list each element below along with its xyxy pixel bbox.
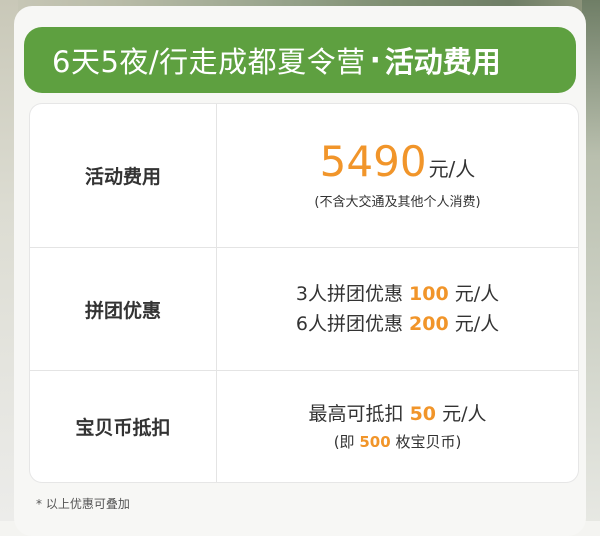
table-row-coin-deduction: 宝贝币抵扣 最高可抵扣 50 元/人 (即 500 枚宝贝币) <box>30 370 578 482</box>
coin-max-suffix: 元/人 <box>442 402 487 425</box>
price: 5490 元/人 <box>320 141 476 183</box>
row-label-fee: 活动费用 <box>30 104 217 247</box>
discount-3-prefix: 3人拼团优惠 <box>295 283 403 305</box>
price-amount: 5490 <box>319 137 427 186</box>
coin-max-amount: 50 <box>409 402 437 425</box>
banner-separator: · <box>369 43 381 77</box>
discount-line-6: 6人拼团优惠 200 元/人 <box>296 309 499 339</box>
row-label-coin-deduction: 宝贝币抵扣 <box>30 371 217 482</box>
footnote: * 以上优惠可叠加 <box>36 497 130 511</box>
row-value-group-discount: 3人拼团优惠 100 元/人 6人拼团优惠 200 元/人 <box>217 248 578 370</box>
discount-line-3: 3人拼团优惠 100 元/人 <box>296 279 499 309</box>
row-label-group-discount: 拼团优惠 <box>30 248 217 370</box>
price-note: (不含大交通及其他个人消费) <box>314 195 481 210</box>
coin-line-equivalent: (即 500 枚宝贝币) <box>334 429 462 455</box>
discount-6-suffix: 元/人 <box>454 313 500 335</box>
coin-max-prefix: 最高可抵扣 <box>308 402 404 425</box>
discount-3-amount: 100 <box>409 283 449 305</box>
discount-6-amount: 200 <box>409 313 449 335</box>
coin-eq-suffix: 枚宝贝币) <box>395 432 462 451</box>
fee-table: 活动费用 5490 元/人 (不含大交通及其他个人消费) 拼团优惠 3人拼团优惠… <box>30 104 578 482</box>
discount-3-suffix: 元/人 <box>454 283 500 305</box>
table-row-group-discount: 拼团优惠 3人拼团优惠 100 元/人 6人拼团优惠 200 元/人 <box>30 247 578 370</box>
table-row-fee: 活动费用 5490 元/人 (不含大交通及其他个人消费) <box>30 104 578 247</box>
coin-eq-amount: 500 <box>359 432 391 451</box>
row-value-coin-deduction: 最高可抵扣 50 元/人 (即 500 枚宝贝币) <box>217 371 578 482</box>
coin-line-max: 最高可抵扣 50 元/人 <box>309 399 487 429</box>
discount-6-prefix: 6人拼团优惠 <box>295 313 403 335</box>
price-unit: 元/人 <box>428 157 476 181</box>
row-value-fee: 5490 元/人 (不含大交通及其他个人消费) <box>217 104 578 247</box>
coin-eq-prefix: (即 <box>333 432 355 451</box>
banner-subtitle: 活动费用 <box>384 45 501 79</box>
banner-title: 6天5夜/行走成都夏令营 <box>52 45 366 79</box>
title-banner: 6天5夜/行走成都夏令营 · 活动费用 <box>24 27 576 93</box>
